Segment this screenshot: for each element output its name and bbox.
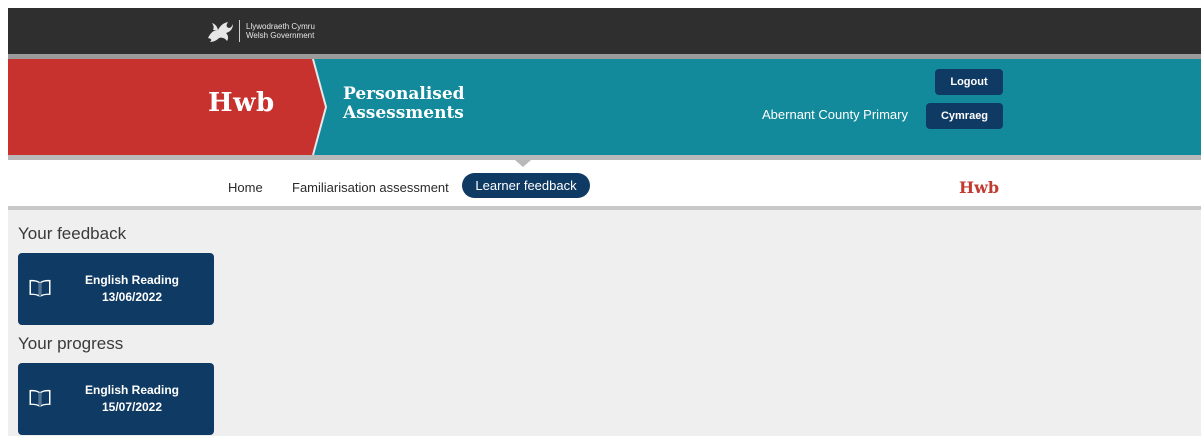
government-name-english: Welsh Government [246,31,315,40]
feedback-card-english-reading[interactable]: English Reading 13/06/2022 [18,253,214,325]
your-progress-heading: Your progress [18,334,124,353]
nav-item-learner-feedback[interactable]: Learner feedback [462,173,590,198]
progress-card-english-reading[interactable]: English Reading 15/07/2022 [18,363,214,435]
logo-divider [239,20,240,42]
nav-active-pointer [515,160,531,167]
banner-background [8,59,1201,155]
header-banner: Hwb Personalised Assessments Abernant Co… [8,59,1201,155]
card-subject: English Reading [84,383,179,397]
school-name: Abernant County Primary [762,107,908,122]
welsh-government-logo[interactable]: Llywodraeth Cymru Welsh Government [205,14,315,48]
government-name-welsh: Llywodraeth Cymru [246,22,315,31]
nav-divider [8,206,1201,210]
product-title-line2: Assessments [343,103,464,123]
open-book-icon [28,278,52,303]
nav-item-familiarisation-assessment[interactable]: Familiarisation assessment [292,180,449,195]
logout-button[interactable]: Logout [935,69,1003,95]
main-nav: Home Familiarisation assessment Learner … [8,160,1201,206]
language-toggle-button[interactable]: Cymraeg [926,103,1003,129]
product-title: Personalised Assessments [343,85,465,123]
product-title-line1: Personalised [343,84,465,104]
hwb-logo[interactable]: Hwb [208,88,275,118]
hwb-nav-logo[interactable]: Hwb [959,178,999,197]
government-name: Llywodraeth Cymru Welsh Government [246,22,315,40]
card-date: 15/07/2022 [101,400,163,414]
open-book-icon [28,388,52,413]
government-bar: Llywodraeth Cymru Welsh Government [8,8,1201,54]
app-window: Llywodraeth Cymru Welsh Government Hwb P… [8,8,1201,436]
nav-item-home[interactable]: Home [228,180,263,195]
card-date: 13/06/2022 [101,290,163,304]
your-feedback-heading: Your feedback [18,224,127,243]
card-subject: English Reading [84,273,179,287]
welsh-dragon-icon [205,18,235,44]
